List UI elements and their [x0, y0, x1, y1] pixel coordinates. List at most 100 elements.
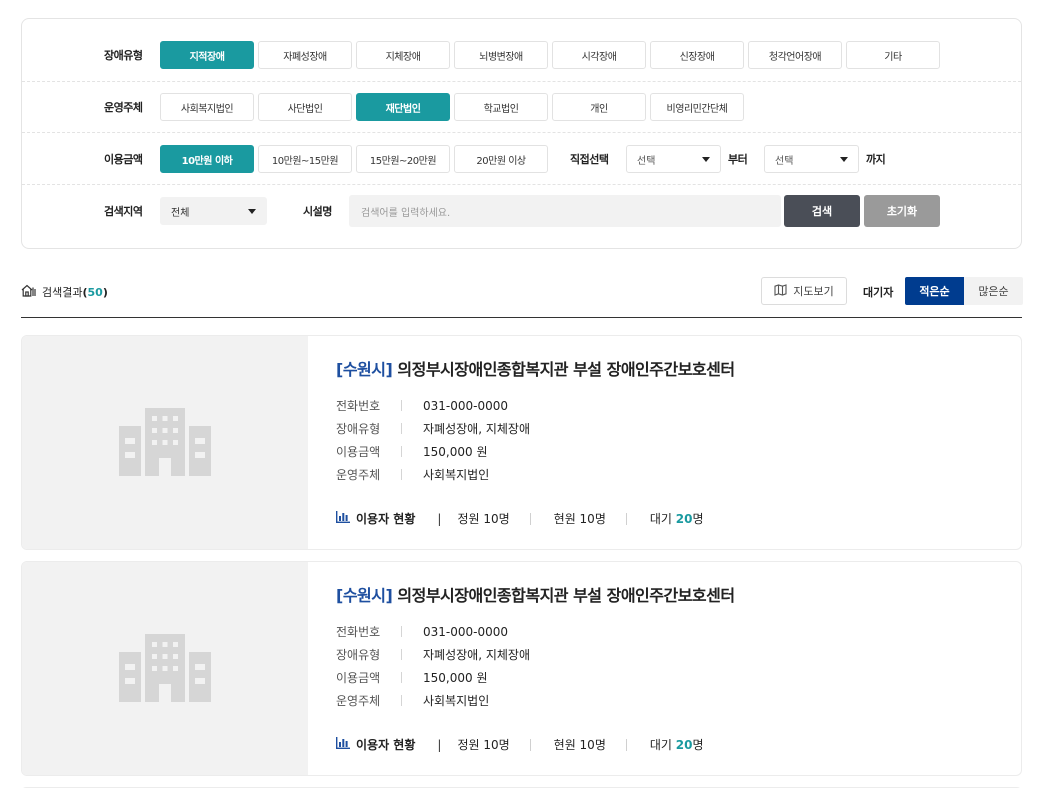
- filter-row-disability-type: 장애유형 지적장애 자폐성장애 지체장애 뇌병변장애 시각장애 신장장애 청각언…: [22, 29, 1021, 81]
- facility-phone: 031-000-0000: [423, 398, 509, 413]
- facility-region: [수원시]: [336, 586, 393, 605]
- result-card[interactable]: [수원시] 의정부시장애인종합복지관 부설 장애인주간보호센터 전화번호 031…: [21, 561, 1022, 776]
- sort-ascending-button[interactable]: 적은순: [905, 277, 964, 305]
- chip-fee-under-10[interactable]: 10만원 이하: [160, 145, 254, 173]
- chevron-down-icon: [702, 156, 710, 162]
- chevron-down-icon: [840, 156, 848, 162]
- chip-operator-social-welfare[interactable]: 사회복지법인: [160, 93, 254, 121]
- info-row-type: 장애유형 자폐성장애, 지체장애: [336, 648, 530, 662]
- chip-fee-15-20[interactable]: 15만원~20만원: [356, 145, 450, 173]
- filter-row-operator: 운영주체 사회복지법인 사단법인 재단법인 학교법인 개인 비영리민간단체: [22, 81, 1021, 133]
- facility-operator: 사회복지법인: [423, 468, 490, 482]
- status-title: 이용자 현황: [356, 512, 416, 526]
- chip-fee-10-15[interactable]: 10만원~15만원: [258, 145, 352, 173]
- facility-info: 전화번호 031-000-0000 장애유형 자폐성장애, 지체장애 이용금액 …: [336, 394, 530, 486]
- chip-disability-visual[interactable]: 시각장애: [552, 41, 646, 69]
- info-row-operator: 운영주체 사회복지법인: [336, 694, 490, 708]
- fee-from-value: 선택: [637, 155, 656, 167]
- filter-label-fee: 이용금액: [104, 153, 143, 166]
- operator-chips: 사회복지법인 사단법인 재단법인 학교법인 개인 비영리민간단체: [160, 93, 744, 121]
- fee-from-select[interactable]: 선택: [626, 145, 721, 173]
- status-current: 현원 10명: [529, 512, 606, 526]
- chip-disability-other[interactable]: 기타: [846, 41, 940, 69]
- chip-operator-incorporated-assoc[interactable]: 사단법인: [258, 93, 352, 121]
- fee-to-select[interactable]: 선택: [764, 145, 859, 173]
- chip-operator-individual[interactable]: 개인: [552, 93, 646, 121]
- facility-disability-type: 자폐성장애, 지체장애: [423, 422, 530, 436]
- chip-disability-brain-lesion[interactable]: 뇌병변장애: [454, 41, 548, 69]
- facility-fee: 150,000 원: [423, 671, 488, 685]
- fee-to-value: 선택: [775, 155, 794, 167]
- info-row-fee: 이용금액 150,000 원: [336, 445, 488, 459]
- facility-disability-type: 자폐성장애, 지체장애: [423, 648, 530, 662]
- results-title-text: 검색결과: [42, 286, 83, 299]
- facility-phone: 031-000-0000: [423, 624, 509, 639]
- home-list-icon: [21, 284, 36, 300]
- direct-select-label: 직접선택: [570, 153, 609, 166]
- chip-disability-autism[interactable]: 자폐성장애: [258, 41, 352, 69]
- chip-disability-kidney[interactable]: 신장장애: [650, 41, 744, 69]
- results-count: 50: [87, 285, 103, 299]
- fee-from-suffix: 부터: [728, 153, 748, 166]
- map-icon: [774, 283, 787, 299]
- status-waiting: 대기 20명: [626, 738, 704, 752]
- status-capacity: 정원 10명: [457, 738, 510, 752]
- chip-fee-over-20[interactable]: 20만원 이상: [454, 145, 548, 173]
- chip-operator-foundation[interactable]: 재단법인: [356, 93, 450, 121]
- fee-to-suffix: 까지: [866, 153, 886, 166]
- results-title: 검색결과 (50): [21, 284, 108, 300]
- info-row-type: 장애유형 자폐성장애, 지체장애: [336, 422, 530, 436]
- chevron-down-icon: [248, 208, 256, 214]
- facility-title[interactable]: [수원시] 의정부시장애인종합복지관 부설 장애인주간보호센터: [336, 356, 735, 380]
- info-row-fee: 이용금액 150,000 원: [336, 671, 488, 685]
- facility-region: [수원시]: [336, 360, 393, 379]
- info-row-phone: 전화번호 031-000-0000: [336, 398, 509, 414]
- card-body: [수원시] 의정부시장애인종합복지관 부설 장애인주간보호센터 전화번호 031…: [336, 562, 1021, 775]
- chip-disability-hearing-speech[interactable]: 청각언어장애: [748, 41, 842, 69]
- fee-chips: 10만원 이하 10만원~15만원 15만원~20만원 20만원 이상: [160, 145, 548, 173]
- chip-disability-physical[interactable]: 지체장애: [356, 41, 450, 69]
- status-capacity: 정원 10명: [457, 512, 510, 526]
- facility-operator: 사회복지법인: [423, 694, 490, 708]
- filter-label-operator: 운영주체: [104, 101, 143, 114]
- sort-descending-button[interactable]: 많은순: [964, 277, 1023, 305]
- search-button[interactable]: 검색: [784, 195, 860, 227]
- user-status: 이용자 현황 | 정원 10명 현원 10명 대기 20명: [336, 736, 704, 753]
- filter-label-region: 검색지역: [104, 205, 143, 218]
- facility-info: 전화번호 031-000-0000 장애유형 자폐성장애, 지체장애 이용금액 …: [336, 620, 530, 712]
- facility-label: 시설명: [303, 205, 332, 218]
- info-row-operator: 운영주체 사회복지법인: [336, 468, 490, 482]
- facility-name: 의정부시장애인종합복지관 부설 장애인주간보호센터: [397, 586, 735, 605]
- status-title: 이용자 현황: [356, 738, 416, 752]
- result-card[interactable]: [수원시] 의정부시장애인종합복지관 부설 장애인주간보호센터 전화번호 031…: [21, 335, 1022, 550]
- filter-label-disability-type: 장애유형: [104, 49, 143, 62]
- chip-operator-school[interactable]: 학교법인: [454, 93, 548, 121]
- user-status: 이용자 현황 | 정원 10명 현원 10명 대기 20명: [336, 510, 704, 527]
- region-value: 전체: [171, 207, 190, 219]
- map-view-label: 지도보기: [793, 285, 834, 298]
- status-waiting: 대기 20명: [626, 512, 704, 526]
- reset-button[interactable]: 초기화: [864, 195, 940, 227]
- building-placeholder-icon: [119, 406, 211, 480]
- facility-thumbnail: [22, 336, 308, 549]
- region-select[interactable]: 전체: [160, 197, 267, 225]
- status-current: 현원 10명: [529, 738, 606, 752]
- facility-search-input[interactable]: 검색어를 입력하세요.: [349, 195, 781, 227]
- facility-title[interactable]: [수원시] 의정부시장애인종합복지관 부설 장애인주간보호센터: [336, 582, 735, 606]
- facility-thumbnail: [22, 562, 308, 775]
- building-placeholder-icon: [119, 632, 211, 706]
- chip-disability-intellectual[interactable]: 지적장애: [160, 41, 254, 69]
- facility-name: 의정부시장애인종합복지관 부설 장애인주간보호센터: [397, 360, 735, 379]
- results-divider: [21, 317, 1022, 318]
- disability-type-chips: 지적장애 자폐성장애 지체장애 뇌병변장애 시각장애 신장장애 청각언어장애 기…: [160, 41, 940, 69]
- facility-fee: 150,000 원: [423, 445, 488, 459]
- bar-chart-icon: [336, 511, 350, 526]
- bar-chart-icon: [336, 737, 350, 752]
- filter-row-region: 검색지역 전체 시설명 검색어를 입력하세요. 검색 초기화: [22, 185, 1021, 237]
- chip-operator-nonprofit[interactable]: 비영리민간단체: [650, 93, 744, 121]
- map-view-button[interactable]: 지도보기: [761, 277, 847, 305]
- filter-row-fee: 이용금액 10만원 이하 10만원~15만원 15만원~20만원 20만원 이상…: [22, 133, 1021, 185]
- card-body: [수원시] 의정부시장애인종합복지관 부설 장애인주간보호센터 전화번호 031…: [336, 336, 1021, 549]
- filter-panel: 장애유형 지적장애 자폐성장애 지체장애 뇌병변장애 시각장애 신장장애 청각언…: [21, 18, 1022, 249]
- info-row-phone: 전화번호 031-000-0000: [336, 624, 509, 640]
